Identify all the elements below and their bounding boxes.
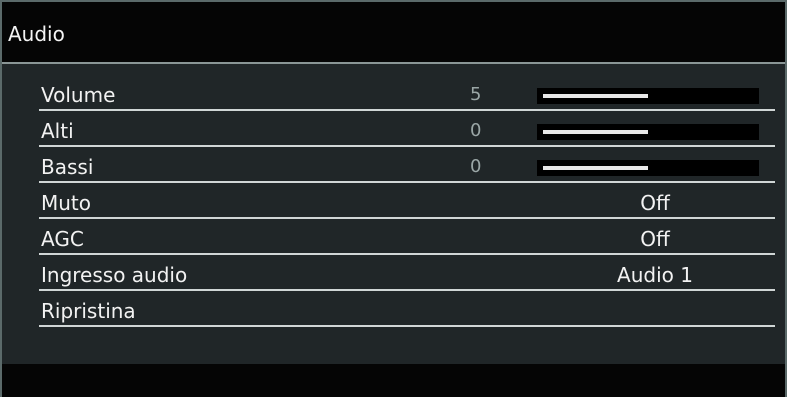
row-underline bbox=[39, 253, 775, 255]
bassi-slider[interactable] bbox=[537, 160, 759, 176]
menu-item-label: Alti bbox=[41, 119, 74, 143]
row-underline bbox=[39, 145, 775, 147]
menu-title: Audio bbox=[8, 22, 65, 46]
menu-item-label: Muto bbox=[41, 191, 92, 215]
alti-number: 0 bbox=[470, 120, 482, 141]
menu-item-alti[interactable]: Alti 0 bbox=[39, 113, 775, 149]
menu-item-label: Bassi bbox=[41, 155, 94, 179]
menu-item-label: Volume bbox=[41, 83, 116, 107]
menu-item-ripristina[interactable]: Ripristina bbox=[39, 293, 775, 329]
menu-item-label: Ripristina bbox=[41, 299, 136, 323]
title-bar: Audio bbox=[2, 2, 785, 62]
bassi-slider-fill bbox=[543, 166, 648, 170]
alti-slider[interactable] bbox=[537, 124, 759, 140]
row-underline bbox=[39, 325, 775, 327]
menu-item-label: AGC bbox=[41, 227, 84, 251]
menu-item-volume[interactable]: Volume 5 bbox=[39, 77, 775, 113]
volume-slider[interactable] bbox=[537, 88, 759, 104]
audio-menu-list: Volume 5 Alti 0 Bassi 0 Muto Off AGC Off… bbox=[39, 77, 775, 329]
menu-item-bassi[interactable]: Bassi 0 bbox=[39, 149, 775, 185]
footer-bar bbox=[2, 364, 785, 397]
osd-menu-window: Audio Volume 5 Alti 0 Bassi 0 Muto Off A… bbox=[0, 0, 787, 397]
row-underline bbox=[39, 109, 775, 111]
muto-value[interactable]: Off bbox=[537, 191, 773, 215]
title-divider bbox=[2, 62, 785, 64]
volume-slider-fill bbox=[543, 94, 648, 98]
volume-number: 5 bbox=[470, 84, 482, 105]
row-underline bbox=[39, 217, 775, 219]
bassi-number: 0 bbox=[470, 156, 482, 177]
row-underline bbox=[39, 181, 775, 183]
menu-item-label: Ingresso audio bbox=[41, 263, 188, 287]
ingresso-audio-value[interactable]: Audio 1 bbox=[537, 263, 773, 287]
menu-item-ingresso-audio[interactable]: Ingresso audio Audio 1 bbox=[39, 257, 775, 293]
row-underline bbox=[39, 289, 775, 291]
menu-item-muto[interactable]: Muto Off bbox=[39, 185, 775, 221]
menu-item-agc[interactable]: AGC Off bbox=[39, 221, 775, 257]
alti-slider-fill bbox=[543, 130, 648, 134]
agc-value[interactable]: Off bbox=[537, 227, 773, 251]
